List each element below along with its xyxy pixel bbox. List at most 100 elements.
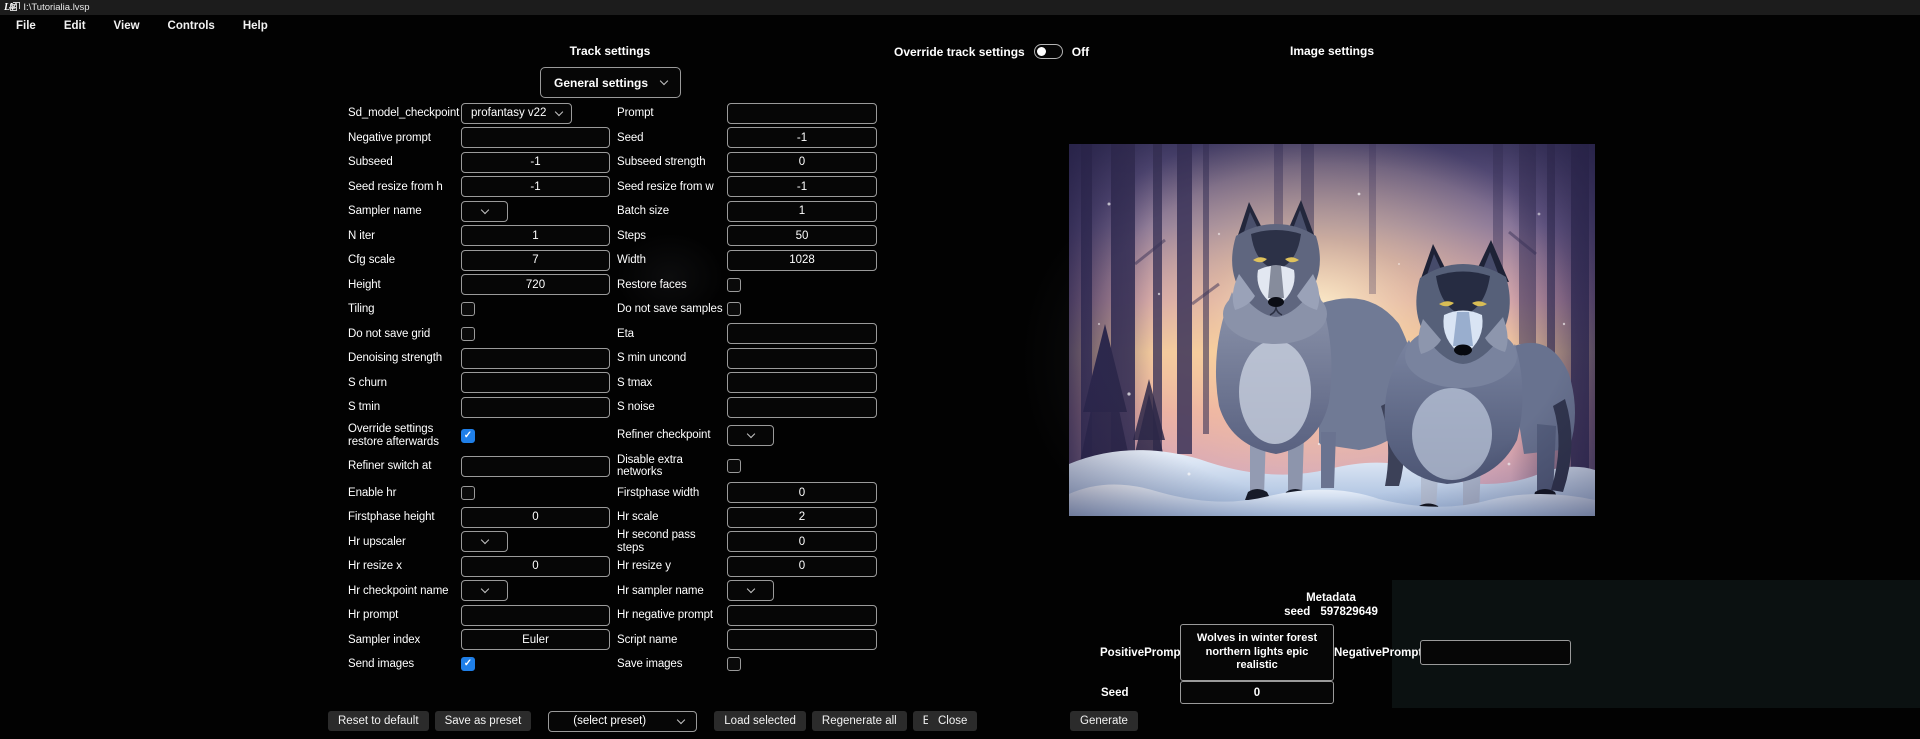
form-row: S tminS noise [348, 395, 880, 420]
input-batch-size[interactable]: 1 [727, 201, 877, 222]
checkbox-do-not-save-samples[interactable] [727, 302, 741, 316]
load-selected-button[interactable]: Load selected [714, 711, 806, 731]
input-hr-resize-y[interactable]: 0 [727, 556, 877, 577]
metadata-seed-input[interactable]: 0 [1180, 681, 1334, 704]
preset-select[interactable]: (select preset) [548, 711, 697, 732]
field-label-negative-prompt: Negative prompt [348, 132, 461, 145]
input-hr-resize-x[interactable]: 0 [461, 556, 610, 577]
input-height[interactable]: 720 [461, 274, 610, 295]
menu-edit[interactable]: Edit [50, 17, 100, 35]
input-seed-resize-from-w[interactable]: -1 [727, 176, 877, 197]
save-as-preset-button[interactable]: Save as preset [435, 711, 532, 731]
checkbox-disable-extra-networks[interactable] [727, 459, 741, 473]
field-label-hr-negative-prompt: Hr negative prompt [617, 609, 727, 622]
input-s-noise[interactable] [727, 397, 877, 418]
field-control [461, 605, 610, 626]
menu-file[interactable]: File [2, 17, 50, 35]
select-sd-model-checkpoint[interactable]: profantasy v22 [461, 103, 572, 124]
close-window-button[interactable]: ✕ [0, 0, 26, 15]
form-row: Height720Restore faces [348, 273, 880, 298]
form-row: Denoising strengthS min uncond [348, 346, 880, 371]
input-prompt[interactable] [727, 103, 877, 124]
input-s-tmax[interactable] [727, 372, 877, 393]
override-track-settings-toggle[interactable] [1034, 44, 1063, 59]
input-denoising-strength[interactable] [461, 348, 610, 369]
input-steps[interactable]: 50 [727, 225, 877, 246]
checkbox-send-images[interactable] [461, 657, 475, 671]
form-row: Firstphase height0Hr scale2 [348, 505, 880, 530]
input-refiner-switch-at[interactable] [461, 456, 610, 477]
checkbox-restore-faces[interactable] [727, 278, 741, 292]
input-subseed[interactable]: -1 [461, 152, 610, 173]
input-hr-scale[interactable]: 2 [727, 507, 877, 528]
settings-category-select[interactable]: General settings [540, 67, 681, 98]
field-control [461, 531, 610, 552]
form-row: Hr resize x0Hr resize y0 [348, 554, 880, 579]
form-row: N iter1Steps50 [348, 224, 880, 249]
input-seed[interactable]: -1 [727, 127, 877, 148]
reset-to-default-button[interactable]: Reset to default [328, 711, 429, 731]
field-control: 0 [727, 556, 877, 577]
input-s-min-uncond[interactable] [727, 348, 877, 369]
positive-prompt-input[interactable]: Wolves in winter forest northern lights … [1180, 624, 1334, 681]
field-label-seed: Seed [617, 132, 727, 145]
form-row: Cfg scale7Width1028 [348, 248, 880, 273]
input-seed-resize-from-h[interactable]: -1 [461, 176, 610, 197]
input-firstphase-width[interactable]: 0 [727, 482, 877, 503]
select-sampler-name[interactable] [461, 201, 508, 222]
chevron-down-icon [480, 206, 488, 214]
input-negative-prompt[interactable] [461, 127, 610, 148]
checkbox-tiling[interactable] [461, 302, 475, 316]
field-label-script-name: Script name [617, 634, 727, 647]
select-hr-sampler-name[interactable] [727, 580, 774, 601]
generate-button[interactable]: Generate [1070, 711, 1138, 731]
close-button[interactable]: Close [928, 711, 977, 731]
field-control: 0 [727, 531, 877, 552]
checkbox-override-settings-restore-afterwards[interactable] [461, 429, 475, 443]
input-script-name[interactable] [727, 629, 877, 650]
field-label-hr-upscaler: Hr upscaler [348, 536, 461, 549]
input-sampler-index[interactable]: Euler [461, 629, 610, 650]
menu-view[interactable]: View [100, 17, 154, 35]
input-s-churn[interactable] [461, 372, 610, 393]
chevron-down-icon [480, 536, 488, 544]
form-row: Hr upscalerHr second pass steps0 [348, 530, 880, 555]
field-label-refiner-switch-at: Refiner switch at [348, 460, 461, 473]
input-hr-negative-prompt[interactable] [727, 605, 877, 626]
input-s-tmin[interactable] [461, 397, 610, 418]
field-control [727, 425, 877, 446]
negative-prompt-input[interactable] [1420, 640, 1571, 665]
input-firstphase-height[interactable]: 0 [461, 507, 610, 528]
override-track-settings-state: Off [1072, 45, 1089, 59]
field-label-enable-hr: Enable hr [348, 487, 461, 500]
chevron-down-icon [677, 715, 685, 723]
checkbox-save-images[interactable] [727, 657, 741, 671]
regenerate-all-button[interactable]: Regenerate all [812, 711, 907, 731]
menu-controls[interactable]: Controls [154, 17, 229, 35]
chevron-down-icon [480, 585, 488, 593]
input-width[interactable]: 1028 [727, 250, 877, 271]
select-hr-upscaler[interactable] [461, 531, 508, 552]
field-control [727, 372, 877, 393]
input-cfg-scale[interactable]: 7 [461, 250, 610, 271]
image-settings-header: Image settings [1232, 44, 1432, 58]
field-control [727, 459, 877, 473]
field-control: 1 [727, 201, 877, 222]
field-label-sampler-index: Sampler index [348, 634, 461, 647]
field-control: profantasy v22 [461, 103, 610, 124]
menu-help[interactable]: Help [229, 17, 282, 35]
field-label-s-churn: S churn [348, 377, 461, 390]
field-label-hr-sampler-name: Hr sampler name [617, 585, 727, 598]
input-subseed-strength[interactable]: 0 [727, 152, 877, 173]
field-control: -1 [461, 176, 610, 197]
input-hr-prompt[interactable] [461, 605, 610, 626]
input-n-iter[interactable]: 1 [461, 225, 610, 246]
checkbox-enable-hr[interactable] [461, 486, 475, 500]
input-hr-second-pass-steps[interactable]: 0 [727, 531, 877, 552]
select-hr-checkpoint-name[interactable] [461, 580, 508, 601]
checkbox-do-not-save-grid[interactable] [461, 327, 475, 341]
input-eta[interactable] [727, 323, 877, 344]
field-label-prompt: Prompt [617, 107, 727, 120]
select-refiner-checkpoint[interactable] [727, 425, 774, 446]
field-control [461, 127, 610, 148]
